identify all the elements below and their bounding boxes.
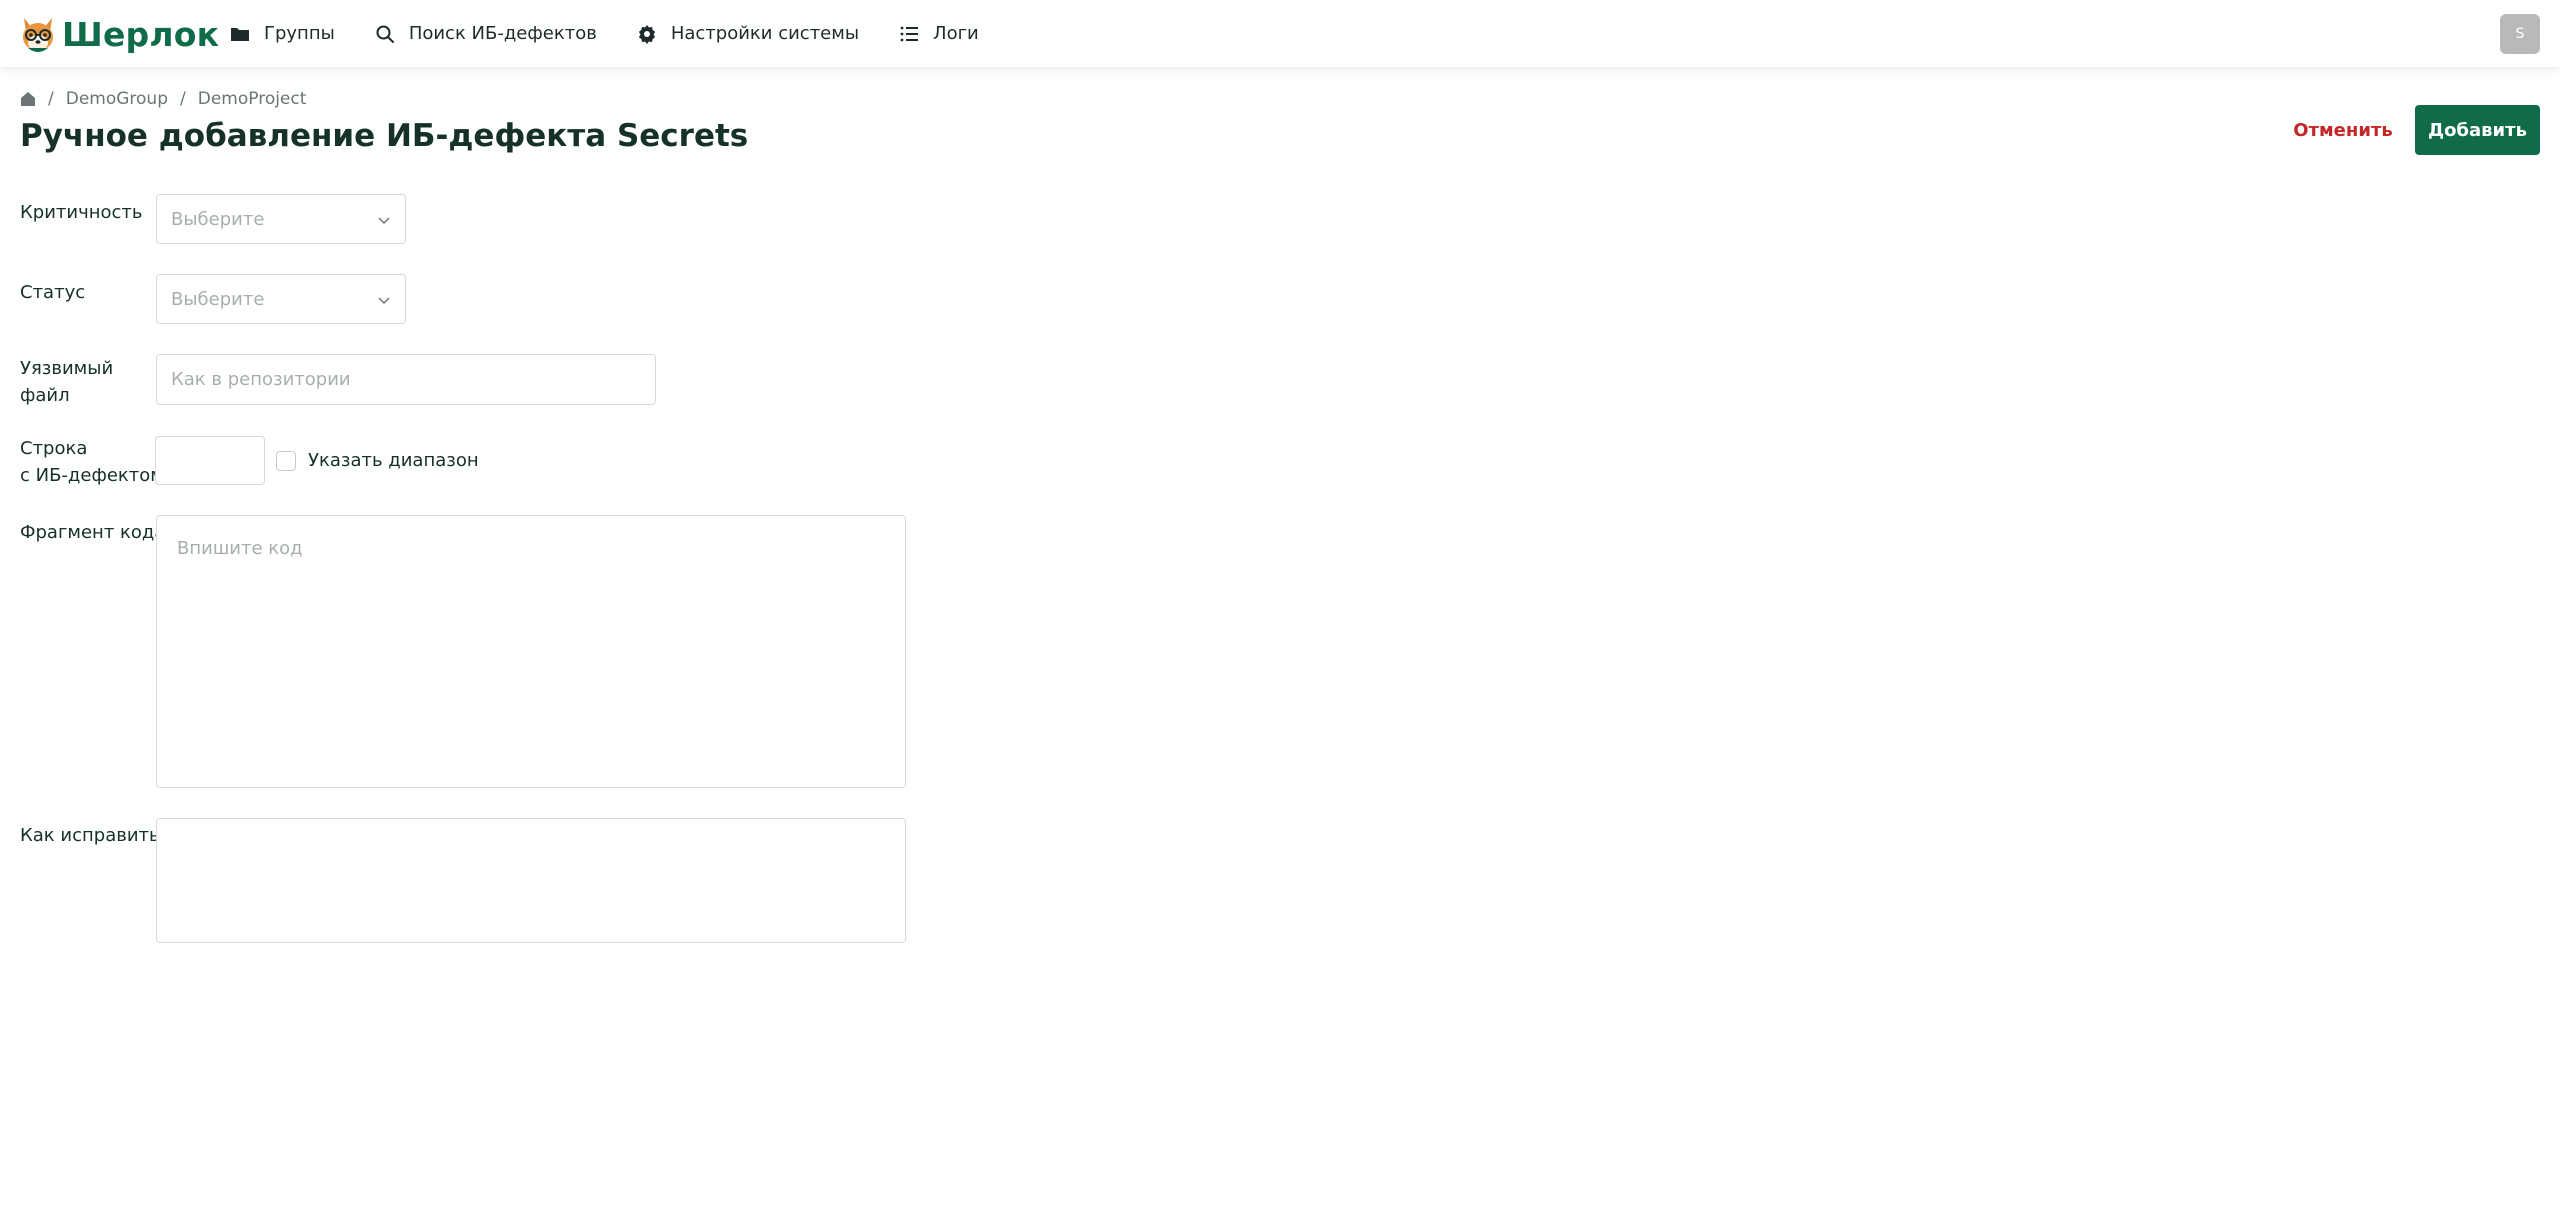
nav-item-label: Поиск ИБ-дефектов (408, 23, 597, 44)
specify-range-checkbox[interactable]: Указать диапазон (276, 450, 479, 471)
list-icon (900, 26, 919, 41)
logo-text: Шерлок (62, 15, 220, 54)
breadcrumb-separator: / (180, 89, 186, 109)
nav-item-label: Настройки системы (670, 23, 860, 44)
nav-item-label: Группы (264, 23, 335, 44)
severity-select[interactable]: Выберите (156, 194, 406, 244)
nav-item-logs[interactable]: Логи (899, 23, 979, 44)
nav-item-system-settings[interactable]: Настройки системы (637, 23, 859, 44)
page-title: Ручное добавление ИБ-дефекта Secrets (20, 118, 749, 154)
main-nav: Группы Поиск ИБ-дефектов Настройки систе… (230, 0, 1019, 67)
add-button[interactable]: Добавить (2415, 105, 2540, 155)
status-select[interactable]: Выберите (156, 274, 406, 324)
defect-line-input[interactable] (155, 436, 265, 485)
home-icon[interactable] (20, 91, 36, 107)
chevron-down-icon (378, 297, 390, 305)
severity-placeholder: Выберите (171, 208, 265, 230)
line-label: Строка с ИБ-дефектом (20, 435, 164, 489)
folder-icon (231, 27, 249, 41)
corgi-logo-icon (23, 17, 53, 52)
file-label-line1: Уязвимый (20, 358, 114, 379)
user-avatar[interactable]: S (2500, 14, 2540, 54)
code-fragment-label: Фрагмент кода (20, 522, 166, 543)
nav-item-groups[interactable]: Группы (230, 23, 335, 44)
cancel-button[interactable]: Отменить (2290, 105, 2396, 155)
logo[interactable]: Шерлок (20, 15, 219, 54)
search-icon (376, 25, 394, 43)
how-to-fix-textarea[interactable] (156, 818, 906, 943)
status-placeholder: Выберите (171, 288, 265, 310)
how-to-fix-label: Как исправить (20, 825, 160, 846)
breadcrumb-separator: / (48, 89, 54, 109)
breadcrumb-item-project[interactable]: DemoProject (198, 89, 307, 109)
chevron-down-icon (378, 217, 390, 225)
breadcrumb-item-group[interactable]: DemoGroup (66, 89, 168, 109)
file-label-line2: файл (20, 385, 70, 406)
line-label-line2: с ИБ-дефектом (20, 465, 164, 486)
severity-label: Критичность (20, 202, 143, 223)
code-fragment-textarea[interactable] (156, 515, 906, 788)
nav-item-search-defects[interactable]: Поиск ИБ-дефектов (375, 23, 597, 44)
top-navigation-bar: Шерлок Группы Поиск ИБ-дефектов Настройк… (0, 0, 2560, 67)
file-label: Уязвимый файл (20, 355, 113, 409)
vulnerable-file-input[interactable] (156, 354, 656, 405)
breadcrumb: / DemoGroup / DemoProject (20, 89, 306, 109)
status-label: Статус (20, 282, 86, 303)
checkbox-box[interactable] (276, 450, 296, 471)
nav-item-label: Логи (933, 23, 979, 44)
line-label-line1: Строка (20, 438, 88, 459)
gear-icon (638, 24, 655, 44)
specify-range-label: Указать диапазон (308, 450, 479, 471)
